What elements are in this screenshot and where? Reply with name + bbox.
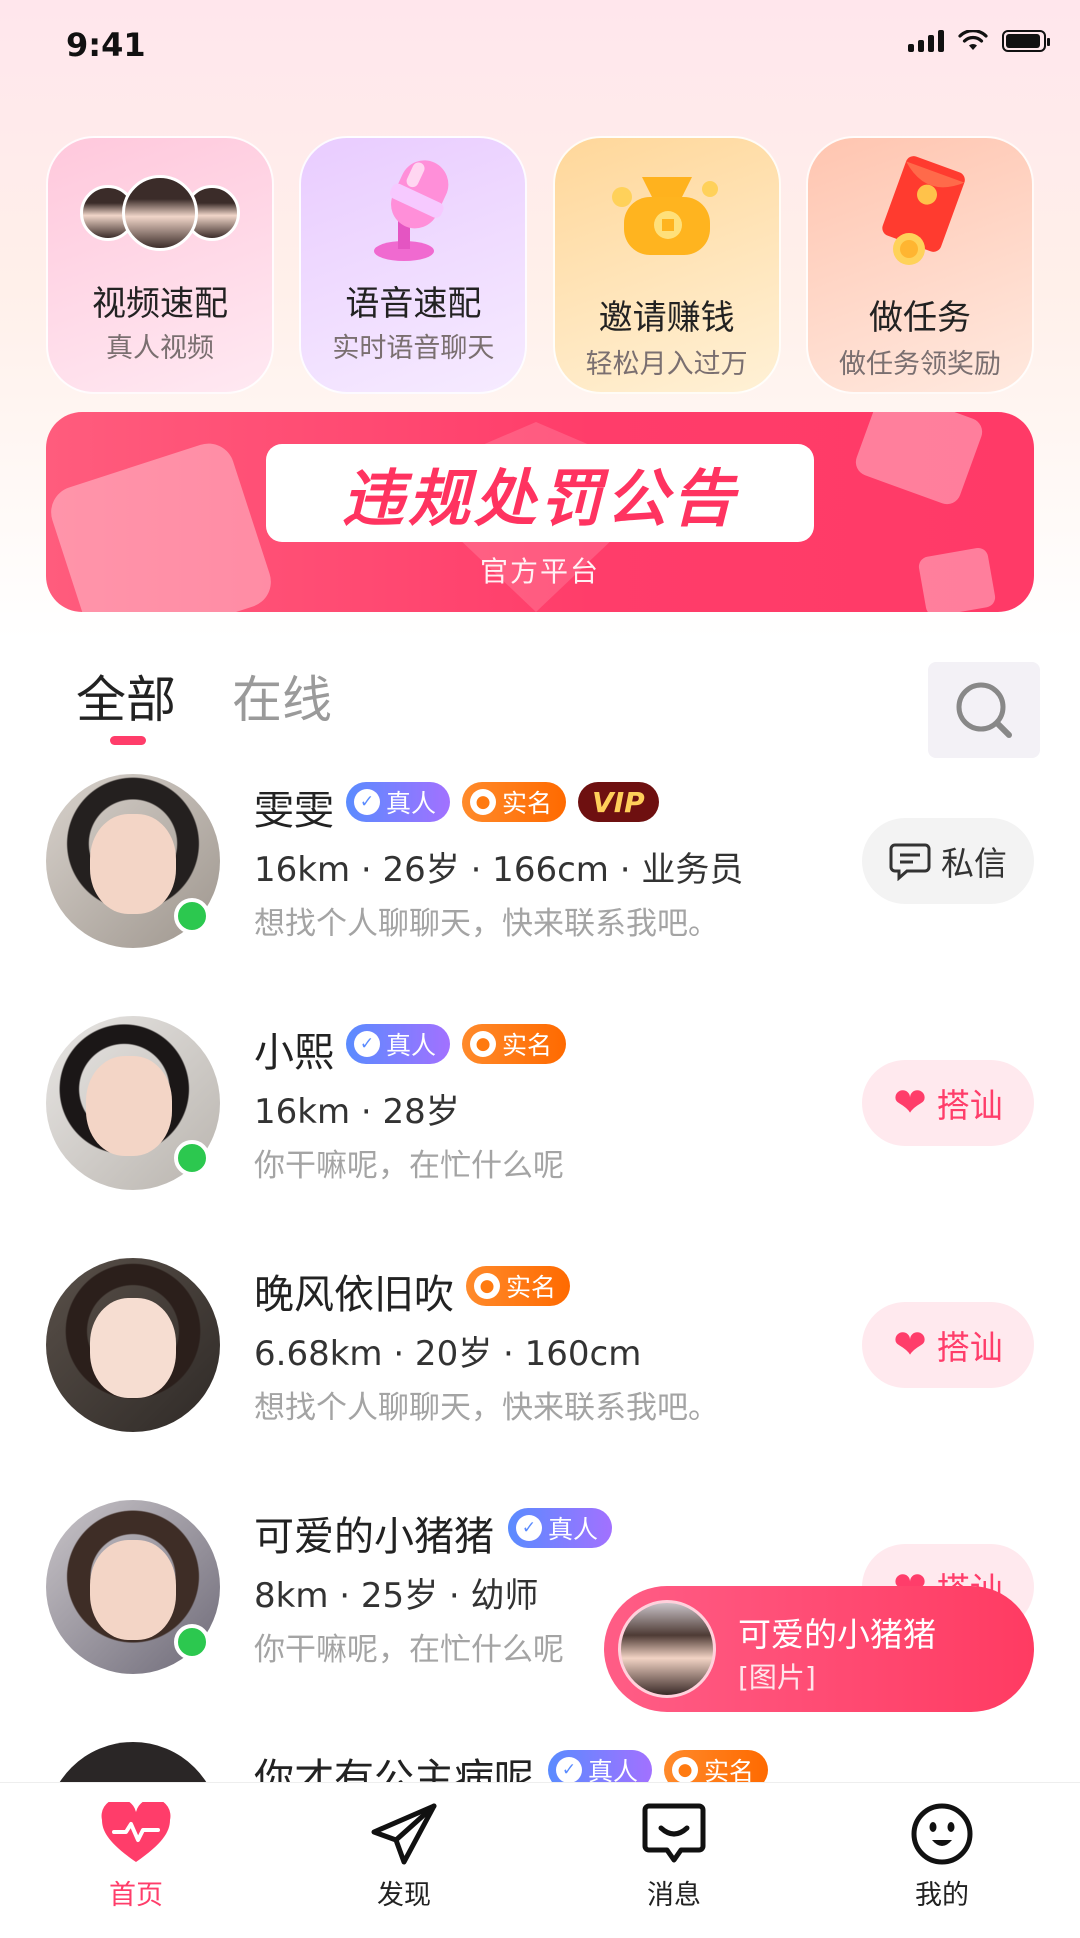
- nav-label: 我的: [915, 1880, 969, 1911]
- toast-sender: 可爱的小猪猪: [738, 1615, 936, 1654]
- online-indicator: [174, 898, 210, 934]
- money-bag-icon: [611, 177, 718, 255]
- person-icon: ●: [474, 1273, 500, 1299]
- nav-home[interactable]: 首页: [46, 1801, 226, 1912]
- action-label: 私信: [941, 844, 1007, 883]
- greet-button[interactable]: ❤ 搭讪: [862, 1302, 1034, 1388]
- card-title: 邀请赚钱: [598, 298, 735, 338]
- verified-check-icon: ✓: [354, 789, 380, 815]
- voice-match-card[interactable]: 语音速配 实时语音聊天: [299, 136, 528, 394]
- card-subtitle: 真人视频: [106, 333, 214, 364]
- user-meta: 8km · 25岁 · 幼师: [254, 1576, 539, 1616]
- filter-tabs: 全部 在线: [76, 660, 976, 750]
- message-toast[interactable]: 可爱的小猪猪 [图片]: [604, 1586, 1034, 1712]
- user-bio: 想找个人聊聊天，快来联系我吧。: [254, 906, 719, 942]
- real-person-badge: ✓ 真人: [508, 1508, 613, 1548]
- heart-pulse-icon: [101, 1802, 171, 1862]
- badge-group: ✓ 真人 ● 实名: [346, 1024, 567, 1064]
- nav-label: 首页: [109, 1880, 163, 1911]
- real-person-badge: ✓ 真人: [346, 782, 451, 822]
- paper-plane-icon: [371, 1803, 437, 1865]
- chat-icon: [889, 843, 931, 881]
- real-name-badge: ● 实名: [462, 1024, 567, 1064]
- person-icon: ●: [470, 789, 497, 815]
- vip-badge: VIP: [578, 782, 659, 822]
- user-bio: 想找个人聊聊天，快来联系我吧。: [254, 1390, 719, 1426]
- card-title: 视频速配: [92, 284, 228, 324]
- card-subtitle: 做任务领奖励: [838, 349, 1001, 380]
- badge-group: ● 实名: [466, 1266, 571, 1306]
- card-title: 做任务: [868, 298, 971, 338]
- user-meta: 6.68km · 20岁 · 160cm: [254, 1334, 642, 1374]
- video-match-card[interactable]: 视频速配 真人视频: [46, 136, 274, 394]
- person-icon: ●: [470, 1031, 497, 1057]
- search-button[interactable]: [928, 662, 1040, 758]
- tab-indicator: [110, 736, 146, 745]
- microphone-icon: [374, 160, 449, 261]
- user-name: 可爱的小猪猪: [254, 1514, 494, 1560]
- avatar-stack: [48, 148, 272, 278]
- real-person-badge: ✓ 真人: [346, 1024, 451, 1064]
- user-meta: 16km · 26岁 · 166cm · 业务员: [254, 850, 744, 890]
- action-label: 搭讪: [936, 1086, 1003, 1125]
- private-message-button[interactable]: 私信: [862, 818, 1034, 904]
- nav-label: 消息: [647, 1880, 701, 1911]
- status-icons: [908, 30, 1050, 52]
- smiley-icon: [911, 1803, 973, 1865]
- action-label: 搭讪: [936, 1328, 1003, 1367]
- user-name: 小熙: [254, 1030, 334, 1076]
- search-icon: [956, 682, 1012, 738]
- online-indicator: [174, 1624, 210, 1660]
- nav-discover[interactable]: 发现: [314, 1801, 494, 1912]
- list-item[interactable]: 晚风依旧吹 ● 实名 6.68km · 20岁 · 160cm 想找个人聊聊天，快…: [0, 1254, 1080, 1454]
- user-name: 雯雯: [254, 788, 334, 834]
- online-indicator: [174, 1140, 210, 1176]
- verified-check-icon: ✓: [354, 1031, 380, 1057]
- verified-check-icon: ✓: [556, 1757, 582, 1783]
- banner-subtitle: 官方平台: [479, 555, 600, 588]
- greet-button[interactable]: ❤ 搭讪: [862, 1060, 1034, 1146]
- card-subtitle: 轻松月入过万: [585, 349, 748, 380]
- heart-icon: ❤: [893, 1080, 927, 1126]
- avatar: [122, 175, 198, 251]
- tab-all[interactable]: 全部: [76, 660, 176, 732]
- list-item[interactable]: 小熙 ✓ 真人 ● 实名 16km · 28岁 你干嘛呢，在忙什么呢 ❤ 搭讪: [0, 1012, 1080, 1212]
- card-title: 语音速配: [345, 284, 482, 324]
- banner-title: 违规处罚公告: [341, 462, 738, 535]
- feature-cards: 视频速配 真人视频 语音速配 实时语音聊天 邀请赚钱 轻松月入过万 做任务 做任…: [46, 136, 1034, 394]
- nav-messages[interactable]: 消息: [584, 1801, 764, 1912]
- badge-group: ✓ 真人 ● 实名 VIP: [346, 782, 659, 822]
- bottom-tab-bar: 首页 发现 消息 我的: [0, 1782, 1080, 1921]
- status-bar: 9:41: [0, 0, 1080, 90]
- user-bio: 你干嘛呢，在忙什么呢: [254, 1148, 564, 1184]
- user-name: 晚风依旧吹: [254, 1272, 454, 1318]
- badge-group: ✓ 真人: [508, 1508, 613, 1548]
- verified-check-icon: ✓: [516, 1515, 542, 1541]
- avatar: [618, 1600, 716, 1698]
- nav-label: 发现: [377, 1880, 431, 1911]
- user-bio: 你干嘛呢，在忙什么呢: [254, 1632, 564, 1668]
- tasks-card[interactable]: 做任务 做任务领奖励: [805, 136, 1034, 394]
- avatar: [46, 1258, 220, 1432]
- invite-earn-card[interactable]: 邀请赚钱 轻松月入过万: [552, 136, 781, 394]
- person-icon: ●: [672, 1757, 699, 1783]
- user-meta: 16km · 28岁: [254, 1092, 460, 1132]
- status-time: 9:41: [66, 26, 146, 64]
- battery-icon: [1002, 30, 1050, 52]
- heart-icon: ❤: [893, 1322, 927, 1368]
- signal-icon: [908, 30, 944, 52]
- decor-shape: [851, 412, 987, 509]
- nav-profile[interactable]: 我的: [852, 1801, 1032, 1912]
- chat-bubble-icon: [642, 1803, 706, 1863]
- wifi-icon: [958, 30, 988, 50]
- real-name-badge: ● 实名: [466, 1266, 571, 1306]
- toast-message: [图片]: [738, 1661, 816, 1694]
- red-envelope-icon: [882, 156, 965, 265]
- real-name-badge: ● 实名: [462, 782, 567, 822]
- banner-title-box: 违规处罚公告: [266, 444, 814, 542]
- card-subtitle: 实时语音聊天: [332, 333, 495, 364]
- announcement-banner[interactable]: 违规处罚公告 官方平台: [46, 412, 1034, 612]
- list-item[interactable]: 雯雯 ✓ 真人 ● 实名 VIP 16km · 26岁 · 166cm · 业务员 …: [0, 770, 1080, 970]
- tab-online[interactable]: 在线: [232, 660, 332, 732]
